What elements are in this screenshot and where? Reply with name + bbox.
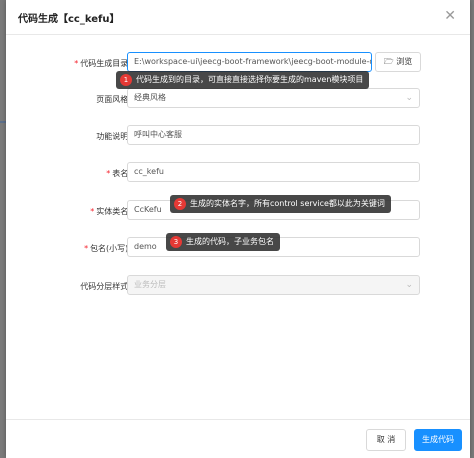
page-style-label: 页面风格: (96, 95, 131, 104)
annotation-number-badge: 2 (174, 198, 186, 210)
generate-code-button[interactable]: 生成代码 (414, 429, 462, 451)
backdrop-right (470, 0, 474, 458)
form-row-layer-style: 代码分层样式: 业务分层 ⌄ (6, 275, 470, 297)
func-desc-input[interactable]: 呼叫中心客服 (127, 125, 420, 145)
annotation-number-badge: 3 (170, 236, 182, 248)
annotation-text: 代码生成到的目录，可直接直接选择你要生成的maven模块项目 (136, 75, 364, 84)
annotation-text: 生成的代码，子业务包名 (186, 237, 274, 246)
folder-open-icon: 🗁 (383, 57, 394, 66)
form-row-table-name: * 表名: cc_kefu (6, 162, 470, 184)
form-row-page-style: 页面风格: 经典风格 ⌄ (6, 88, 470, 110)
page-style-select[interactable]: 经典风格 ⌄ (127, 88, 420, 108)
chevron-down-icon: ⌄ (405, 280, 413, 290)
layer-style-label: 代码分层样式: (80, 282, 131, 291)
output-dir-label: * 代码生成目录: (74, 59, 131, 68)
modal-title: 代码生成【cc_kefu】 (18, 14, 120, 25)
annotation-package-name: 3 生成的代码，子业务包名 (166, 233, 280, 251)
chevron-down-icon: ⌄ (405, 93, 413, 103)
modal-footer: 取 消 生成代码 (6, 419, 470, 458)
entity-name-label: * 实体类名: (90, 207, 131, 216)
browse-button[interactable]: 🗁 浏览 (375, 52, 421, 72)
form-row-func-desc: 功能说明: 呼叫中心客服 (6, 125, 470, 147)
annotation-text: 生成的实体名字，所有control service都以此为关键词 (190, 199, 385, 208)
annotation-entity-name: 2 生成的实体名字，所有control service都以此为关键词 (170, 195, 391, 213)
cancel-button[interactable]: 取 消 (366, 429, 406, 451)
modal-header: 代码生成【cc_kefu】 ✕ (6, 0, 470, 35)
annotation-number-badge: 1 (120, 74, 132, 86)
close-icon[interactable]: ✕ (444, 8, 456, 24)
code-generate-modal: 代码生成【cc_kefu】 ✕ * 代码生成目录: E:\workspace-ui… (6, 0, 470, 458)
package-name-label: * 包名(小写): (84, 244, 131, 253)
func-desc-label: 功能说明: (96, 132, 131, 141)
output-dir-input[interactable]: E:\workspace-ui\jeecg-boot-framework\jee… (127, 52, 372, 72)
table-name-input[interactable]: cc_kefu (127, 162, 420, 182)
annotation-output-dir: 1 代码生成到的目录，可直接直接选择你要生成的maven模块项目 (116, 71, 370, 89)
layer-style-select[interactable]: 业务分层 ⌄ (127, 275, 420, 295)
